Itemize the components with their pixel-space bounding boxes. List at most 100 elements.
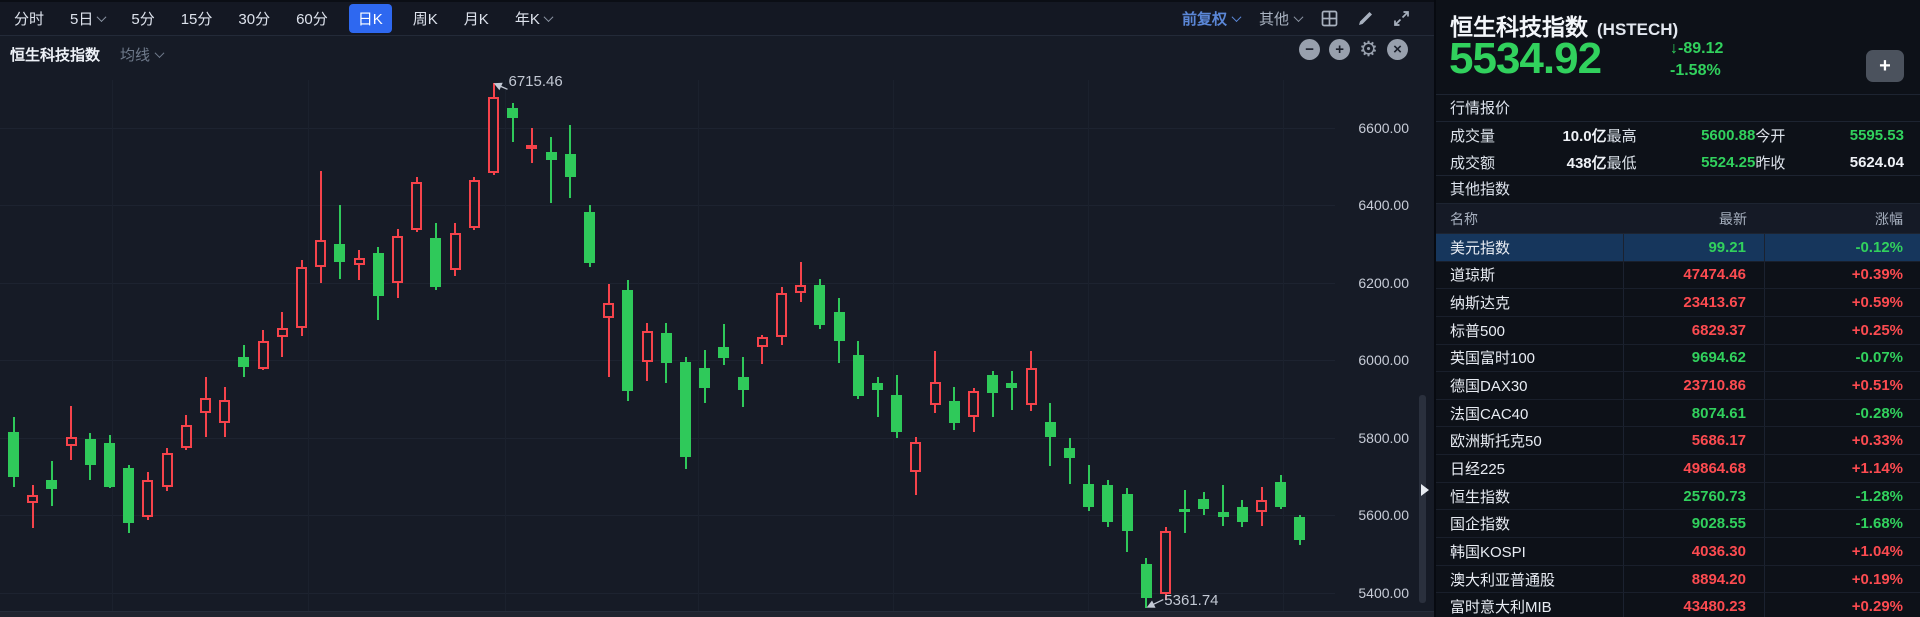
timeframe-label: 日K <box>358 8 383 29</box>
table-row[interactable]: 美元指数99.21-0.12% <box>1436 234 1920 262</box>
high-annotation: 6715.46 <box>509 73 563 90</box>
candle <box>238 357 249 367</box>
index-name: 法国CAC40 <box>1436 400 1624 427</box>
candle <box>891 395 902 432</box>
y-axis-label: 6600.00 <box>1335 120 1409 136</box>
index-change-percent: +0.51% <box>1765 377 1920 394</box>
gridline <box>0 593 1335 594</box>
table-row[interactable]: 纳斯达克23413.67+0.59% <box>1436 289 1920 317</box>
index-name: 英国富时100 <box>1436 345 1624 372</box>
timeframe-15分[interactable]: 15分 <box>181 8 213 29</box>
timeframe-月K[interactable]: 月K <box>464 8 489 29</box>
index-change-percent: +0.59% <box>1765 294 1920 311</box>
brush-icon[interactable] <box>1357 10 1374 27</box>
candlestick-chart[interactable]: 恒生科技指数 均线 −+⚙× 6600.006400.006200.006000… <box>0 0 1434 617</box>
zoom-in-icon[interactable]: + <box>1329 39 1350 60</box>
index-name: 欧洲斯托克50 <box>1436 427 1624 454</box>
add-watchlist-button[interactable]: + <box>1866 50 1904 82</box>
index-change-percent: -0.07% <box>1765 349 1920 366</box>
scrollbar-thumb[interactable] <box>1419 395 1426 603</box>
candle <box>392 236 403 282</box>
candle <box>315 240 326 267</box>
layout-grid-icon[interactable] <box>1321 10 1338 27</box>
fullscreen-icon[interactable] <box>1393 10 1410 27</box>
settings-icon[interactable]: ⚙ <box>1359 39 1378 60</box>
timeframe-年K[interactable]: 年K <box>515 8 552 29</box>
timeframe-5分[interactable]: 5分 <box>131 8 154 29</box>
gridline <box>308 80 309 611</box>
index-last: 23710.86 <box>1624 372 1765 399</box>
index-name: 韩国KOSPI <box>1436 538 1624 565</box>
other-dropdown[interactable]: 其他 <box>1259 8 1302 29</box>
zoom-out-icon[interactable]: − <box>1299 39 1320 60</box>
table-row[interactable]: 恒生指数25760.73-1.28% <box>1436 483 1920 511</box>
timeframe-label: 分时 <box>14 8 44 29</box>
timeframe-label: 30分 <box>238 8 270 29</box>
index-change-percent: +0.19% <box>1765 571 1920 588</box>
candle <box>1294 517 1305 540</box>
y-axis-label: 5600.00 <box>1335 507 1409 523</box>
y-axis-label: 5400.00 <box>1335 585 1409 601</box>
index-name: 日经225 <box>1436 455 1624 482</box>
timeframe-label: 年K <box>515 8 540 29</box>
candle <box>930 382 941 405</box>
adjust-dropdown[interactable]: 前复权 <box>1182 8 1240 29</box>
candle <box>661 333 672 363</box>
table-row[interactable]: 日经22549864.68+1.14% <box>1436 455 1920 483</box>
table-row[interactable]: 法国CAC408074.61-0.28% <box>1436 400 1920 428</box>
candle <box>85 439 96 465</box>
candle <box>296 267 307 327</box>
candle-wick <box>1222 485 1224 525</box>
gridline <box>505 80 506 611</box>
candle <box>181 425 192 447</box>
candle <box>507 108 518 118</box>
candle <box>1160 531 1171 595</box>
timeframe-分时[interactable]: 分时 <box>14 8 44 29</box>
last-price: 5534.92 <box>1449 34 1601 84</box>
candle <box>795 285 806 294</box>
index-last: 49864.68 <box>1624 455 1765 482</box>
table-row[interactable]: 欧洲斯托克505686.17+0.33% <box>1436 427 1920 455</box>
table-row[interactable]: 韩国KOSPI4036.30+1.04% <box>1436 538 1920 566</box>
chart-toolbar: 分时 5日 5分 15分 30分 60分 日K 周K 月K 年K 前复权 其他 <box>0 0 1434 36</box>
candle <box>142 480 153 518</box>
candle <box>258 341 269 368</box>
index-last: 8074.61 <box>1624 400 1765 427</box>
index-last: 25760.73 <box>1624 483 1765 510</box>
ma-label: 均线 <box>120 44 150 65</box>
y-axis-label: 6000.00 <box>1335 352 1409 368</box>
candle <box>469 180 480 228</box>
timeframe-5日[interactable]: 5日 <box>70 8 105 29</box>
index-name: 德国DAX30 <box>1436 372 1624 399</box>
index-name: 标普500 <box>1436 317 1624 344</box>
table-row[interactable]: 道琼斯47474.46+0.39% <box>1436 262 1920 290</box>
index-last: 8894.20 <box>1624 566 1765 593</box>
index-change-percent: +0.29% <box>1765 598 1920 615</box>
table-row[interactable]: 国企指数9028.55-1.68% <box>1436 510 1920 538</box>
candle <box>27 495 38 503</box>
index-last: 23413.67 <box>1624 289 1765 316</box>
table-row[interactable]: 澳大利亚普通股8894.20+0.19% <box>1436 566 1920 594</box>
candle-wick <box>358 250 360 280</box>
candle <box>584 212 595 264</box>
index-name: 国企指数 <box>1436 510 1624 537</box>
collapse-panel-handle[interactable] <box>1421 484 1429 496</box>
chevron-down-icon <box>155 48 165 58</box>
gridline <box>893 80 894 611</box>
index-change-percent: -1.28% <box>1765 488 1920 505</box>
candle <box>757 337 768 347</box>
table-row[interactable]: 德国DAX3023710.86+0.51% <box>1436 372 1920 400</box>
timeframe-日K[interactable]: 日K <box>349 4 392 33</box>
table-row[interactable]: 英国富时1009694.62-0.07% <box>1436 345 1920 373</box>
timeframe-list: 分时 5日 5分 15分 30分 60分 日K 周K 月K 年K <box>14 4 552 33</box>
ma-dropdown[interactable]: 均线 <box>120 44 163 65</box>
timeframe-60分[interactable]: 60分 <box>296 8 328 29</box>
timeframe-周K[interactable]: 周K <box>413 8 438 29</box>
table-row[interactable]: 富时意大利MIB43480.23+0.29% <box>1436 593 1920 617</box>
index-name: 澳大利亚普通股 <box>1436 566 1624 593</box>
index-last: 6829.37 <box>1624 317 1765 344</box>
close-icon[interactable]: × <box>1387 39 1408 60</box>
table-row[interactable]: 标普5006829.37+0.25% <box>1436 317 1920 345</box>
candle <box>565 154 576 177</box>
timeframe-30分[interactable]: 30分 <box>238 8 270 29</box>
